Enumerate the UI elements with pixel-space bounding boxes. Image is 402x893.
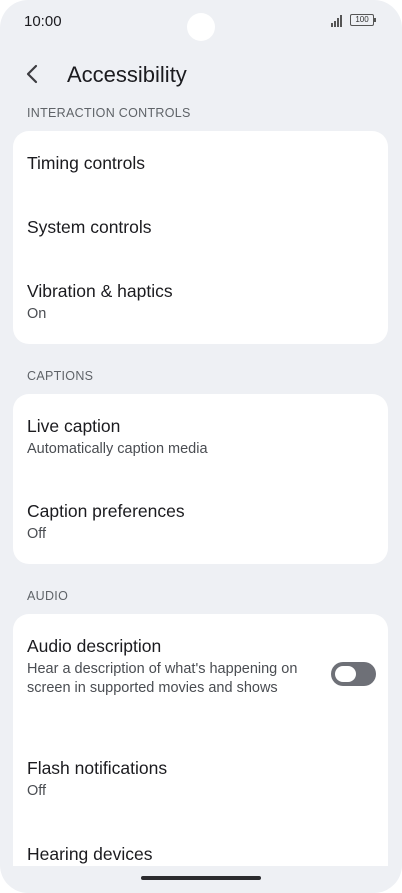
battery-icon: 100 (350, 14, 376, 26)
app-bar: Accessibility (0, 50, 402, 98)
item-title: Flash notifications (27, 758, 168, 778)
audio-card: Audio description Hear a description of … (13, 614, 388, 866)
item-title: Hearing devices (27, 844, 153, 864)
back-arrow-icon (26, 64, 38, 84)
section-header-interaction-controls: INTERACTION CONTROLS (27, 106, 191, 120)
item-title: Live caption (27, 416, 121, 436)
status-bar: 10:00 100 (0, 0, 402, 42)
camera-cutout (187, 13, 215, 41)
item-subtitle: Off (27, 783, 47, 799)
toggle-knob (335, 666, 356, 682)
audio-description-item[interactable]: Audio description Hear a description of … (13, 614, 388, 736)
item-title: Vibration & haptics (27, 281, 173, 301)
page-title: Accessibility (67, 62, 187, 87)
item-subtitle: Off (27, 526, 47, 542)
section-header-audio: AUDIO (27, 589, 69, 603)
item-title: Audio description (27, 636, 162, 656)
caption-preferences-item[interactable]: Caption preferences Off (13, 479, 388, 564)
back-button[interactable] (16, 58, 48, 90)
live-caption-item[interactable]: Live caption Automatically caption media (13, 394, 388, 479)
interaction-controls-card: Timing controls System controls Vibratio… (13, 131, 388, 344)
timing-controls-item[interactable]: Timing controls (13, 131, 388, 195)
section-header-captions: CAPTIONS (27, 369, 94, 383)
hearing-devices-item[interactable]: Hearing devices (13, 821, 388, 866)
captions-card: Live caption Automatically caption media… (13, 394, 388, 564)
gesture-nav-handle[interactable] (141, 876, 261, 880)
system-controls-item[interactable]: System controls (13, 195, 388, 259)
signal-icon (331, 15, 345, 27)
vibration-haptics-item[interactable]: Vibration & haptics On (13, 259, 388, 344)
item-title: System controls (27, 217, 152, 237)
device-screen: 10:00 100 Accessibility INTERACTION CONT… (0, 0, 402, 893)
flash-notifications-item[interactable]: Flash notifications Off (13, 736, 388, 821)
item-subtitle: Hear a description of what's happening o… (27, 661, 298, 696)
audio-description-toggle[interactable] (331, 662, 376, 686)
item-title: Timing controls (27, 153, 145, 173)
status-time: 10:00 (24, 13, 62, 30)
item-title: Caption preferences (27, 501, 185, 521)
item-subtitle: On (27, 306, 47, 322)
item-subtitle: Automatically caption media (27, 441, 208, 457)
